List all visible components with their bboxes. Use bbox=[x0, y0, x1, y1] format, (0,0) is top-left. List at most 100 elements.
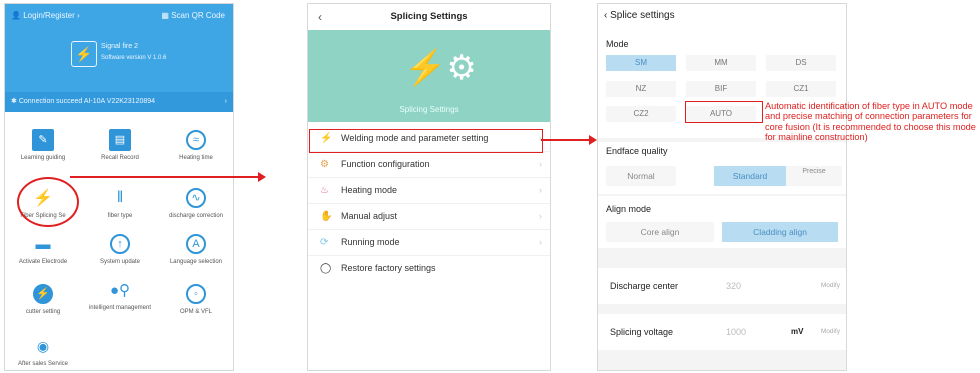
heating-icon: ♨ bbox=[320, 185, 329, 196]
menu-item-heating[interactable]: ♨ Heating mode › bbox=[308, 178, 550, 204]
menu-item-function[interactable]: ⚙ Function configuration › bbox=[308, 152, 550, 178]
key-user-icon: ●⚲ bbox=[109, 282, 131, 299]
connection-bar[interactable]: ✱ Connection succeed AI-10A V22K23120894… bbox=[5, 92, 233, 112]
scan-label: Scan QR Code bbox=[171, 11, 225, 20]
mode-sm[interactable]: SM bbox=[606, 55, 676, 71]
mode-ds[interactable]: DS bbox=[766, 55, 836, 71]
device-version: Software version V 1.0.6 bbox=[101, 55, 167, 61]
grid-item-fiber-type[interactable]: ‖ fiber type bbox=[82, 187, 158, 220]
hero-banner: ⚡⚙ Splicing Settings bbox=[308, 30, 550, 122]
home-header: 👤 Login/Register › ▦ Scan QR Code ⚡ Sign… bbox=[5, 4, 233, 92]
chevron-right-icon: › bbox=[224, 98, 227, 105]
grid-label: Heating time bbox=[179, 155, 213, 161]
menu-label: Function configuration bbox=[341, 159, 430, 169]
endface-label: Endface quality bbox=[606, 146, 668, 156]
back-icon[interactable]: ‹ bbox=[604, 10, 607, 21]
menu-item-restore[interactable]: ◯ Restore factory settings bbox=[308, 256, 550, 281]
grid-item-electrode[interactable]: ▬ Activate Electrode bbox=[5, 233, 81, 266]
splicing-voltage-value[interactable]: 1000 bbox=[726, 314, 746, 350]
scan-qr-button[interactable]: ▦ Scan QR Code bbox=[161, 11, 225, 20]
page-title: Splicing Settings bbox=[390, 11, 468, 22]
cutter-icon: ⚡ bbox=[33, 284, 53, 304]
grid-item-intelligent[interactable]: ●⚲ intelligent management bbox=[82, 279, 158, 312]
grid-item-records[interactable]: ▤ Recall Record bbox=[82, 129, 158, 162]
endface-precise[interactable]: Precise bbox=[786, 166, 842, 186]
support-icon: ◉ bbox=[36, 337, 50, 354]
chevron-right-icon: › bbox=[539, 237, 542, 247]
login-label: Login/Register bbox=[23, 11, 75, 20]
chevron-right-icon: › bbox=[539, 185, 542, 195]
highlight-ring bbox=[17, 177, 79, 227]
grid-item-opm[interactable]: ◦ OPM & VFL bbox=[158, 283, 233, 316]
grid-item-after-sales[interactable]: ◉ After sales Service bbox=[5, 335, 81, 368]
mode-mm[interactable]: MM bbox=[686, 55, 756, 71]
discharge-center-row: Discharge center 320 Modify bbox=[598, 268, 846, 304]
menu-label: Restore factory settings bbox=[341, 263, 436, 273]
discharge-center-value[interactable]: 320 bbox=[726, 268, 741, 304]
grid-label: After sales Service bbox=[17, 361, 69, 367]
discharge-modify-button[interactable]: Modify bbox=[821, 268, 840, 304]
grid-item-heating-time[interactable]: ≈ Heating time bbox=[158, 129, 233, 162]
bluetooth-icon: ✱ bbox=[11, 98, 17, 105]
menu-label: Heating mode bbox=[341, 185, 398, 195]
splicing-settings-screen: ‹ Splicing Settings ⚡⚙ Splicing Settings… bbox=[307, 3, 551, 371]
login-register-link[interactable]: 👤 Login/Register › bbox=[11, 11, 80, 20]
discharge-center-label: Discharge center bbox=[610, 281, 679, 291]
menu-label: Running mode bbox=[341, 237, 400, 247]
chevron-right-icon: › bbox=[539, 159, 542, 169]
mode-nz[interactable]: NZ bbox=[606, 81, 676, 97]
gear-icon: ⚙ bbox=[320, 159, 329, 170]
discharge-icon: ∿ bbox=[186, 188, 206, 208]
align-core[interactable]: Core align bbox=[606, 222, 714, 242]
page-title-bar: ‹ Splicing Settings bbox=[308, 4, 550, 30]
grid-item-cutter[interactable]: ⚡ cutter setting bbox=[5, 283, 81, 316]
connection-status: Connection succeed AI-10A V22K23120894 bbox=[18, 98, 156, 105]
records-icon: ▤ bbox=[109, 129, 131, 151]
splicing-voltage-label: Splicing voltage bbox=[610, 327, 674, 337]
menu-item-manual[interactable]: ✋ Manual adjust › bbox=[308, 204, 550, 230]
mode-cz2[interactable]: CZ2 bbox=[606, 106, 676, 122]
grid-item-language[interactable]: A Language selection bbox=[158, 233, 233, 266]
grid-item-learning[interactable]: ✎ Learning guiding bbox=[5, 129, 81, 162]
hero-subtitle: Splicing Settings bbox=[399, 105, 459, 114]
arrow-line-1 bbox=[70, 176, 258, 178]
grid-label: Learning guiding bbox=[20, 155, 66, 161]
splice-logo-icon: ⚡⚙ bbox=[404, 49, 477, 87]
annotation-text: Automatic identification of fiber type i… bbox=[765, 101, 976, 143]
menu-item-running[interactable]: ⟳ Running mode › bbox=[308, 230, 550, 256]
page-title-bar: ‹ Splice settings bbox=[598, 4, 846, 28]
highlight-box-auto bbox=[685, 101, 763, 123]
running-icon: ⟳ bbox=[320, 237, 329, 248]
highlight-box-welding bbox=[309, 129, 543, 153]
align-label: Align mode bbox=[606, 204, 652, 214]
book-pen-icon: ✎ bbox=[32, 129, 54, 151]
grid-label: discharge correction bbox=[168, 213, 224, 219]
restore-icon: ◯ bbox=[320, 263, 332, 274]
back-icon[interactable]: ‹ bbox=[318, 4, 322, 30]
mode-label: Mode bbox=[598, 28, 846, 49]
arrow-head-2 bbox=[589, 135, 597, 145]
grid-label: fiber type bbox=[107, 213, 133, 219]
align-cladding[interactable]: Cladding align bbox=[722, 222, 838, 242]
chevron-right-icon: › bbox=[539, 211, 542, 221]
manual-icon: ✋ bbox=[320, 211, 333, 222]
voltage-modify-button[interactable]: Modify bbox=[821, 314, 840, 350]
endface-standard[interactable]: Standard bbox=[714, 166, 786, 186]
splice-settings-screen: ‹ Splice settings Mode SM MM DS NZ BIF C… bbox=[597, 3, 847, 371]
mode-bif[interactable]: BIF bbox=[686, 81, 756, 97]
electrode-icon: ▬ bbox=[35, 235, 51, 253]
heating-time-icon: ≈ bbox=[186, 130, 206, 150]
language-icon: A bbox=[186, 234, 206, 254]
grid-item-update[interactable]: ↑ System update bbox=[82, 233, 158, 266]
grid-label: cutter setting bbox=[25, 309, 61, 315]
endface-normal[interactable]: Normal bbox=[606, 166, 676, 186]
grid-label: Recall Record bbox=[101, 155, 139, 161]
endface-section: Endface quality Normal Standard Precise bbox=[598, 142, 846, 194]
arrow-head-1 bbox=[258, 172, 266, 182]
mode-cz1[interactable]: CZ1 bbox=[766, 81, 836, 97]
fiber-type-icon: ‖ bbox=[116, 189, 124, 206]
update-icon: ↑ bbox=[110, 234, 130, 254]
grid-label: System update bbox=[99, 259, 141, 265]
device-icon: ⚡ bbox=[71, 41, 97, 67]
grid-item-discharge[interactable]: ∿ discharge correction bbox=[158, 187, 233, 220]
